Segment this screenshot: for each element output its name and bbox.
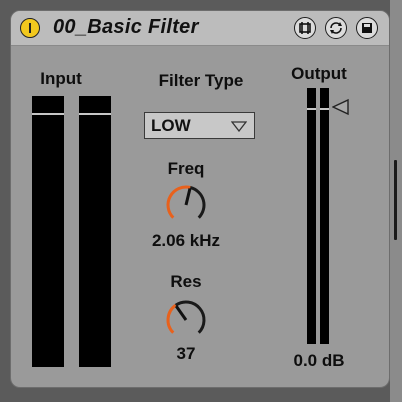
device-title-bar[interactable]: 00_Basic Filter [11, 11, 389, 46]
power-icon[interactable] [20, 18, 40, 38]
filter-type-label: Filter Type [158, 71, 244, 90]
device-panel: 00_Basic Filter Input Filter Type LOW Fr… [10, 10, 390, 388]
freq-label: Freq [167, 159, 205, 178]
output-gain-handle[interactable] [332, 98, 350, 116]
res-knob[interactable] [156, 292, 216, 348]
freq-knob[interactable] [156, 177, 216, 233]
output-value: 0.0 dB [293, 351, 345, 370]
knob-needle [184, 188, 192, 206]
input-meter-left [32, 96, 64, 367]
knob-value-arc [166, 304, 177, 334]
res-label: Res [170, 272, 202, 291]
chevron-down-icon [231, 121, 247, 132]
scrollbar-thumb[interactable] [394, 160, 397, 240]
output-label: Output [291, 64, 347, 83]
device-title: 00_Basic Filter [53, 16, 199, 38]
swap-presets-icon[interactable] [325, 17, 347, 39]
knob-needle [174, 305, 188, 321]
scrollbar[interactable] [390, 0, 402, 402]
filter-type-value: LOW [151, 116, 191, 135]
hot-swap-icon[interactable] [294, 17, 316, 39]
knob-track [174, 300, 206, 334]
input-label: Input [40, 69, 82, 88]
filter-type-dropdown[interactable]: LOW [144, 112, 255, 139]
output-meter-left [307, 88, 316, 344]
input-meter-right [79, 96, 111, 367]
output-meter-right [320, 88, 329, 344]
freq-value: 2.06 kHz [151, 231, 221, 250]
save-preset-icon[interactable] [356, 17, 378, 39]
res-value: 37 [176, 344, 196, 363]
knob-track [189, 186, 206, 219]
